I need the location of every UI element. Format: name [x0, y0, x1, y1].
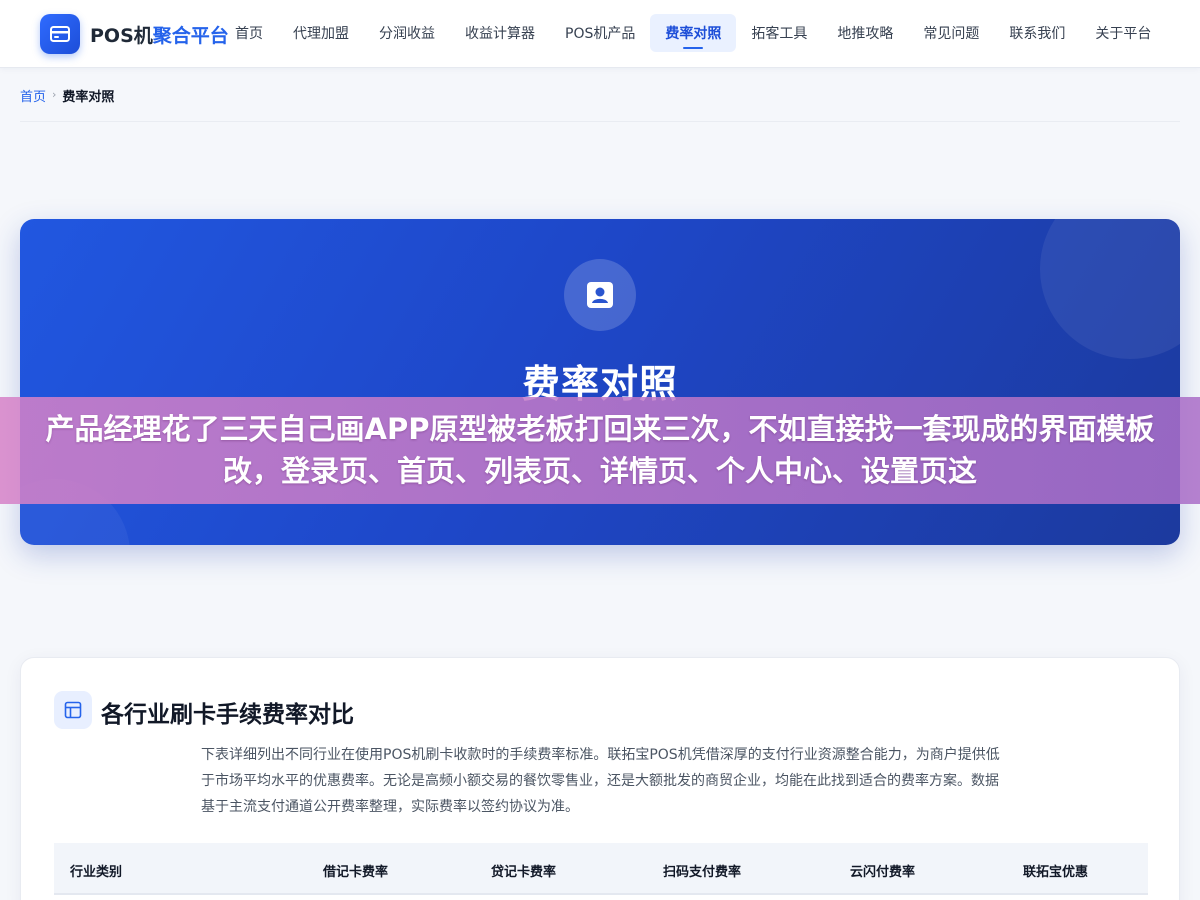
column-header-debit-rate: 借记卡费率: [323, 865, 389, 880]
user-badge-icon: [564, 259, 636, 331]
nav-item-agent-join[interactable]: 代理加盟: [278, 14, 364, 52]
overlay-banner: 产品经理花了三天自己画APP原型被老板打回来三次，不如直接找一套现成的界面模板改…: [0, 397, 1200, 504]
top-header: POS机聚合平台 首页 代理加盟 分润收益 收益计算器 POS机产品 费率对照 …: [0, 0, 1200, 68]
nav-item-profit-share[interactable]: 分润收益: [364, 14, 450, 52]
section-title: 各行业刷卡手续费率对比: [101, 702, 354, 728]
nav-item-pos-products[interactable]: POS机产品: [550, 14, 650, 52]
main-nav: 首页 代理加盟 分润收益 收益计算器 POS机产品 费率对照 拓客工具 地推攻略…: [220, 14, 1200, 52]
nav-item-home[interactable]: 首页: [220, 14, 278, 52]
brand-name-prefix: POS机: [90, 24, 153, 47]
column-header-credit-rate: 贷记卡费率: [491, 865, 557, 880]
nav-item-customer-tools[interactable]: 拓客工具: [736, 14, 822, 52]
column-header-qr-rate: 扫码支付费率: [663, 865, 742, 880]
card-icon: [40, 14, 80, 54]
table-header-row: 行业类别 借记卡费率 贷记卡费率 扫码支付费率 云闪付费率 联拓宝优惠: [54, 843, 1148, 895]
breadcrumb: 首页 › 费率对照: [20, 86, 1180, 122]
nav-item-rate-compare[interactable]: 费率对照: [650, 14, 737, 52]
rate-comparison-card: 各行业刷卡手续费率对比 下表详细列出不同行业在使用POS机刷卡收款时的手续费率标…: [20, 657, 1180, 900]
breadcrumb-current: 费率对照: [62, 90, 115, 105]
nav-item-faq[interactable]: 常见问题: [908, 14, 994, 52]
breadcrumb-separator: ›: [52, 88, 57, 101]
nav-item-about[interactable]: 关于平台: [1080, 14, 1166, 52]
hero-decor-circle: [1040, 219, 1180, 359]
column-header-quickpass-rate: 云闪付费率: [850, 865, 916, 880]
column-header-discount: 联拓宝优惠: [1023, 865, 1089, 880]
brand-name: POS机聚合平台: [90, 21, 229, 48]
breadcrumb-home-link[interactable]: 首页: [20, 86, 46, 105]
section-description: 下表详细列出不同行业在使用POS机刷卡收款时的手续费率标准。联拓宝POS机凭借深…: [201, 747, 1000, 815]
table-icon: [54, 691, 92, 729]
column-header-industry: 行业类别: [70, 865, 123, 880]
brand-logo[interactable]: POS机聚合平台: [40, 14, 229, 54]
nav-item-calculator[interactable]: 收益计算器: [450, 14, 550, 52]
overlay-text: 产品经理花了三天自己画APP原型被老板打回来三次，不如直接找一套现成的界面模板改…: [45, 412, 1155, 488]
nav-item-ground-guide[interactable]: 地推攻略: [822, 14, 908, 52]
brand-name-highlight: 聚合平台: [152, 24, 229, 47]
nav-item-contact[interactable]: 联系我们: [994, 14, 1080, 52]
